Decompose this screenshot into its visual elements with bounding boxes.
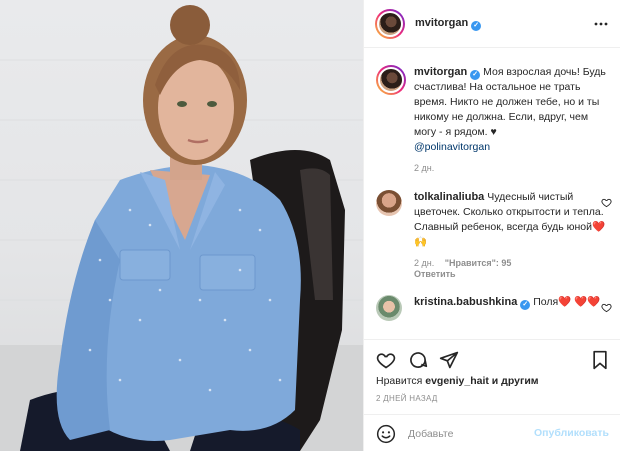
comments-section: mvitorgan ✓ Моя взрослая дочь! Будь счаст…	[364, 49, 620, 339]
commenter-avatar[interactable]	[376, 295, 402, 321]
commenter-username[interactable]: tolkalinaliuba	[414, 191, 484, 203]
post-photo[interactable]	[0, 0, 363, 451]
comment-likes[interactable]: "Нравится": 95	[445, 258, 512, 268]
post-sidebar: mvitorgan ✓ mvitorgan ✓ Моя взрослая дочь!…	[363, 0, 620, 451]
caption: mvitorgan ✓ Моя взрослая дочь! Будь счаст…	[376, 65, 606, 173]
comment-heart-icon[interactable]	[601, 197, 612, 208]
heart-icon[interactable]	[376, 350, 396, 370]
author-block: mvitorgan ✓	[415, 17, 482, 31]
publish-button[interactable]: Опубликовать	[534, 427, 609, 439]
verified-icon: ✓	[470, 70, 481, 80]
reply-button[interactable]: Ответить	[414, 269, 606, 279]
author-avatar[interactable]	[375, 8, 405, 39]
comment-item: tolkalinaliuba Чудесный чистый цветочек.…	[376, 190, 612, 279]
caption-username[interactable]: mvitorgan	[414, 66, 467, 78]
author-username[interactable]: mvitorgan	[415, 17, 468, 29]
emoji-icon[interactable]	[376, 424, 396, 444]
likes-prefix: Нравится	[376, 375, 426, 387]
verified-icon: ✓	[520, 300, 531, 310]
post-header: mvitorgan ✓	[364, 0, 620, 48]
photo-illustration	[0, 5, 363, 451]
mention-link[interactable]: @polinavitorgan	[414, 141, 490, 153]
comment-input[interactable]	[408, 425, 548, 443]
commenter-avatar[interactable]	[376, 190, 402, 216]
post-date: 2 ДНЕЙ НАЗАД	[376, 394, 438, 403]
comment-time: 2 дн.	[414, 258, 435, 268]
more-icon[interactable]	[593, 16, 609, 32]
action-bar	[364, 339, 620, 379]
comment-heart-icon[interactable]	[601, 302, 612, 313]
verified-icon: ✓	[471, 20, 482, 31]
bookmark-icon[interactable]	[590, 350, 610, 370]
comment-text: kristina.babushkina ✓ Поля❤️ ❤️❤️	[414, 295, 606, 310]
comment-body: Поля❤️ ❤️❤️	[533, 296, 601, 308]
caption-time: 2 дн.	[414, 163, 435, 173]
commenter-username[interactable]: kristina.babushkina	[414, 296, 517, 308]
comment-icon[interactable]	[408, 350, 428, 370]
likes-suffix[interactable]: и другим	[489, 375, 539, 387]
comment-meta: 2 дн. "Нравится": 95	[414, 258, 606, 268]
likes-user[interactable]: evgeniy_hait	[425, 375, 489, 387]
comment-text: tolkalinaliuba Чудесный чистый цветочек.…	[414, 190, 606, 250]
caption-text: mvitorgan ✓ Моя взрослая дочь! Будь счаст…	[414, 65, 606, 155]
comment-item: kristina.babushkina ✓ Поля❤️ ❤️❤️	[376, 295, 612, 321]
add-comment-bar: Опубликовать	[364, 414, 620, 451]
caption-meta: 2 дн.	[414, 163, 606, 173]
likes-line: Нравится evgeniy_hait и другим	[376, 375, 539, 387]
caption-avatar[interactable]	[376, 65, 406, 95]
share-icon[interactable]	[439, 350, 459, 370]
